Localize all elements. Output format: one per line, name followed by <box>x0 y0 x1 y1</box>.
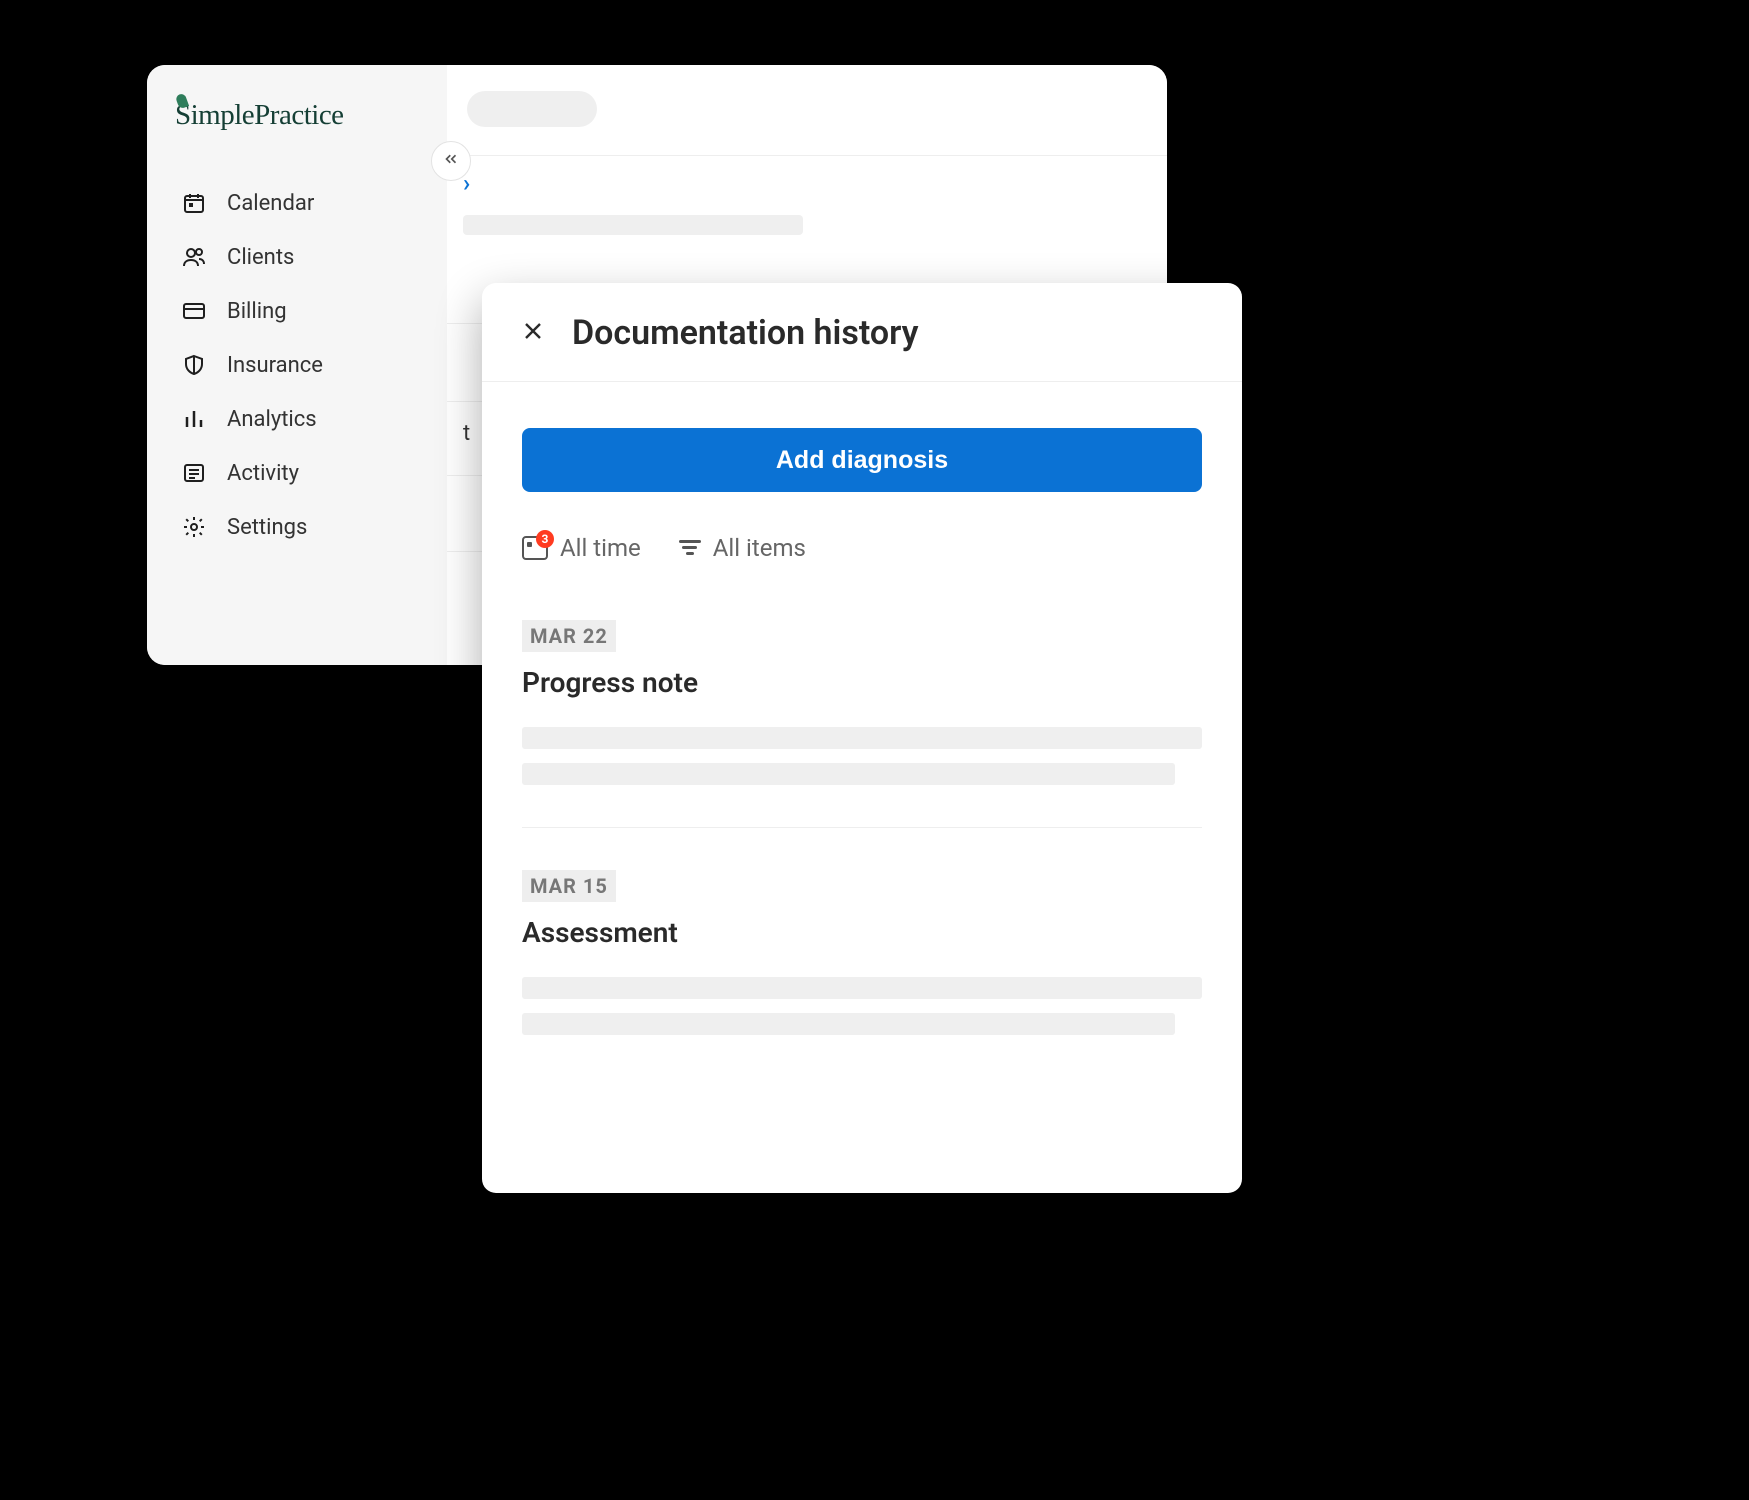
brand-logo: SimplePractice <box>175 99 427 132</box>
sidebar-item-settings[interactable]: Settings <box>175 500 427 554</box>
placeholder-line <box>522 977 1202 999</box>
sidebar-item-billing[interactable]: Billing <box>175 284 427 338</box>
gear-icon <box>181 514 207 540</box>
sidebar-item-insurance[interactable]: Insurance <box>175 338 427 392</box>
history-entry[interactable]: MAR 15 Assessment <box>522 827 1202 1035</box>
sidebar-item-label: Settings <box>227 515 307 540</box>
entry-title: Assessment <box>522 916 1202 949</box>
entry-date: MAR 15 <box>522 870 616 902</box>
clients-icon <box>181 244 207 270</box>
sidebar-item-analytics[interactable]: Analytics <box>175 392 427 446</box>
sidebar-item-clients[interactable]: Clients <box>175 230 427 284</box>
filter-items[interactable]: All items <box>679 534 806 562</box>
close-button[interactable] <box>516 316 550 350</box>
close-icon <box>521 319 545 347</box>
partial-text: t <box>463 421 470 446</box>
sidebar: SimplePractice Calendar Clients Billing <box>147 65 447 665</box>
entry-date: MAR 22 <box>522 620 616 652</box>
chevron-double-left-icon <box>442 150 460 172</box>
analytics-icon <box>181 406 207 432</box>
sidebar-item-label: Clients <box>227 245 294 270</box>
sidebar-item-label: Insurance <box>227 353 323 378</box>
activity-icon <box>181 460 207 486</box>
date-range-icon: 3 <box>522 536 548 560</box>
placeholder-line <box>522 727 1202 749</box>
sidebar-nav: Calendar Clients Billing Insurance <box>175 176 427 554</box>
sidebar-collapse-button[interactable] <box>431 141 471 181</box>
filter-row: 3 All time All items <box>522 534 1202 562</box>
history-entry[interactable]: MAR 22 Progress note <box>522 620 1202 785</box>
sidebar-item-activity[interactable]: Activity <box>175 446 427 500</box>
panel-body: Add diagnosis 3 All time All items MAR 2… <box>482 382 1242 1035</box>
placeholder-line <box>522 763 1175 785</box>
entry-title: Progress note <box>522 666 1202 699</box>
billing-icon <box>181 298 207 324</box>
add-diagnosis-button[interactable]: Add diagnosis <box>522 428 1202 492</box>
sidebar-item-label: Billing <box>227 299 287 324</box>
placeholder-line <box>522 1013 1175 1035</box>
partial-link: › <box>463 169 493 193</box>
sidebar-item-label: Analytics <box>227 407 317 432</box>
brand-name: SimplePractice <box>175 99 344 132</box>
sidebar-item-calendar[interactable]: Calendar <box>175 176 427 230</box>
filter-time-label: All time <box>560 534 641 562</box>
sidebar-item-label: Activity <box>227 461 299 486</box>
sidebar-item-label: Calendar <box>227 191 314 216</box>
calendar-icon <box>181 190 207 216</box>
documentation-history-panel: Documentation history Add diagnosis 3 Al… <box>482 283 1242 1193</box>
filter-badge: 3 <box>536 530 554 548</box>
panel-title: Documentation history <box>572 313 919 353</box>
divider <box>447 155 1167 156</box>
filter-items-label: All items <box>713 534 806 562</box>
shield-icon <box>181 352 207 378</box>
panel-header: Documentation history <box>482 283 1242 382</box>
placeholder-bar <box>463 215 803 235</box>
filter-icon <box>679 540 701 556</box>
filter-time[interactable]: 3 All time <box>522 534 641 562</box>
placeholder-pill <box>467 91 597 127</box>
